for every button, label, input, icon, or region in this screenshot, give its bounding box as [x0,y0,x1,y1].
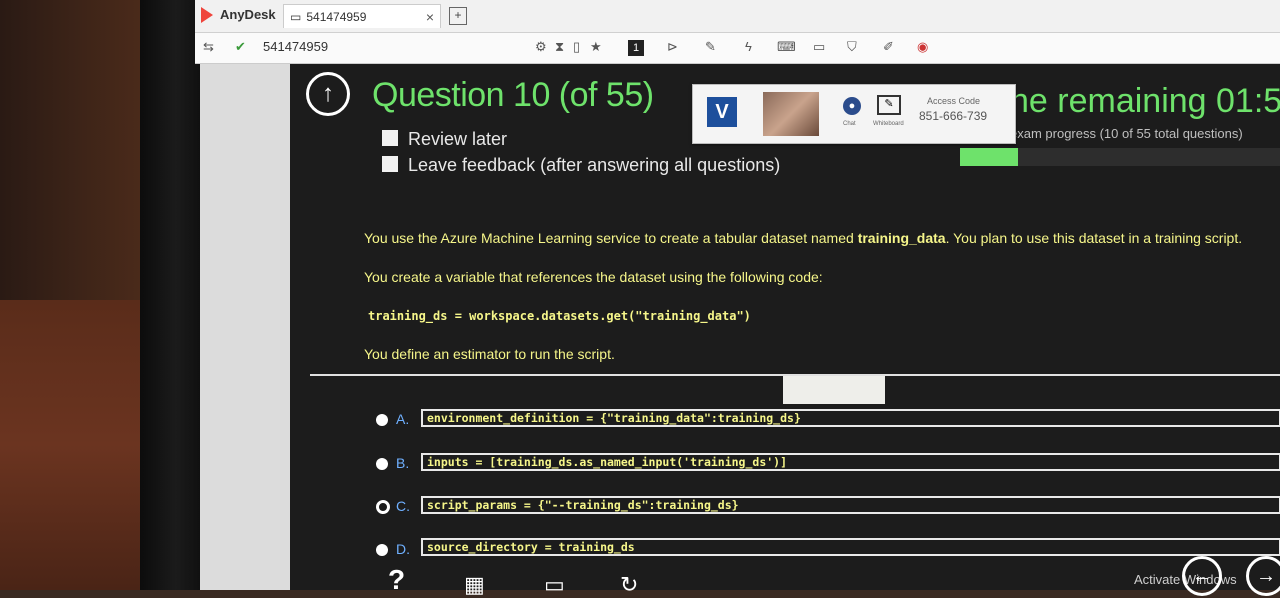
screen-icon[interactable]: ▭ [544,572,565,598]
chat-label: Chat [843,121,856,127]
question-title: Question 10 (of 55) [372,76,654,114]
actions-icon[interactable]: ϟ [745,39,752,54]
option-d-radio[interactable] [376,544,388,556]
record-icon[interactable]: ◉ [917,39,928,55]
shield-icon[interactable]: ⛉ [847,39,857,55]
access-code-value: 851-666-739 [919,109,988,123]
option-c-letter: C. [396,498,410,514]
option-b-radio[interactable] [376,458,388,470]
chat-icon[interactable]: ✎ [705,39,716,55]
whiteboard-label: Whiteboard [873,121,904,127]
session-tab[interactable]: ▭ 541474959 × [283,4,441,28]
answer-drop-target[interactable] [783,376,885,404]
review-later-checkbox[interactable] [382,130,398,146]
pen-icon[interactable]: ✐ [883,39,894,55]
exam-progress-label: exam progress (10 of 55 total questions) [1010,126,1243,141]
question-paragraph-3: You define an estimator to run the scrip… [364,346,615,362]
option-b-box[interactable]: inputs = [training_ds.as_named_input('tr… [421,453,1280,471]
transfer-icon[interactable]: ⊳ [667,39,678,55]
anydesk-session-panel: V ● Chat ✎ Whiteboard Access Code 851-66… [692,84,1016,144]
calculator-icon[interactable]: ▦ [464,572,485,598]
display-icon[interactable]: ▭ [813,39,825,55]
access-code-label: Access Code [927,96,981,106]
option-b-letter: B. [396,455,410,471]
close-tab-icon[interactable]: × [426,9,434,25]
anydesk-brand: AnyDesk [199,6,276,23]
remote-address: 541474959 [263,39,329,54]
question-paragraph-2: You create a variable that references th… [364,269,823,285]
question-paragraph-1: You use the Azure Machine Learning servi… [364,230,1242,246]
time-remaining: he remaining 01:5 [1010,82,1280,120]
next-arrow-icon[interactable]: → [1246,556,1280,596]
monitor-bezel [140,0,200,590]
option-a-radio[interactable] [376,414,388,426]
leave-feedback-label: Leave feedback (after answering all ques… [408,155,781,175]
previous-arrow-icon[interactable]: ← [1182,556,1222,596]
webcam-thumbnail [763,92,819,136]
anydesk-tab-bar: AnyDesk ▭ 541474959 × + [195,0,1280,33]
anydesk-toolbar: ⇆ ✔ 541474959 ⚙ ⧗ ▯ ★ 1 ⊳ ✎ ϟ ⌨ ▭ ⛉ ✐ ◉ [195,33,1280,64]
back-arrow-icon[interactable]: ↑ [306,72,350,116]
leave-feedback-checkbox[interactable] [382,156,398,172]
code-snippet: training_ds = workspace.datasets.get("tr… [368,309,751,323]
session-logo: V [707,97,737,127]
anydesk-brand-label: AnyDesk [220,7,276,22]
exam-progress-fill [960,148,1018,166]
review-later-label: Review later [408,129,508,149]
option-d-letter: D. [396,541,410,557]
help-icon[interactable]: ? [388,564,405,596]
option-a-letter: A. [396,411,410,427]
dataset-name: training_data [857,230,946,246]
refresh-icon[interactable]: ↻ [620,572,638,598]
monitor-icon: ▭ [290,9,302,24]
chat-bubble-icon[interactable]: ● [843,97,861,115]
option-c-radio[interactable] [376,500,390,514]
option-c-box[interactable]: script_params = {"--training_ds":trainin… [421,496,1280,514]
permissions-icon[interactable]: ⚙ [535,39,547,55]
anydesk-logo-icon [201,6,213,23]
para1-suffix: . You plan to use this dataset in a trai… [945,230,1243,246]
para1-prefix: You use the Azure Machine Learning servi… [364,230,858,246]
remote-left-panel [200,64,290,590]
new-tab-button[interactable]: + [449,7,467,25]
hourglass-icon[interactable]: ⧗ [555,39,564,55]
lock-icon[interactable]: ▯ [573,39,580,55]
whiteboard-icon[interactable]: ✎ [877,95,901,115]
exam-progress-bar [960,148,1280,166]
keyboard-icon[interactable]: ⌨ [777,39,796,55]
option-d-box[interactable]: source_directory = training_ds [421,538,1280,556]
star-icon[interactable]: ★ [590,39,602,55]
session-tab-label: 541474959 [306,9,367,24]
monitor-select-button[interactable]: 1 [628,40,644,56]
verified-icon[interactable]: ✔ [235,39,246,55]
option-a-box[interactable]: environment_definition = {"training_data… [421,409,1280,427]
connection-icon[interactable]: ⇆ [203,39,214,55]
